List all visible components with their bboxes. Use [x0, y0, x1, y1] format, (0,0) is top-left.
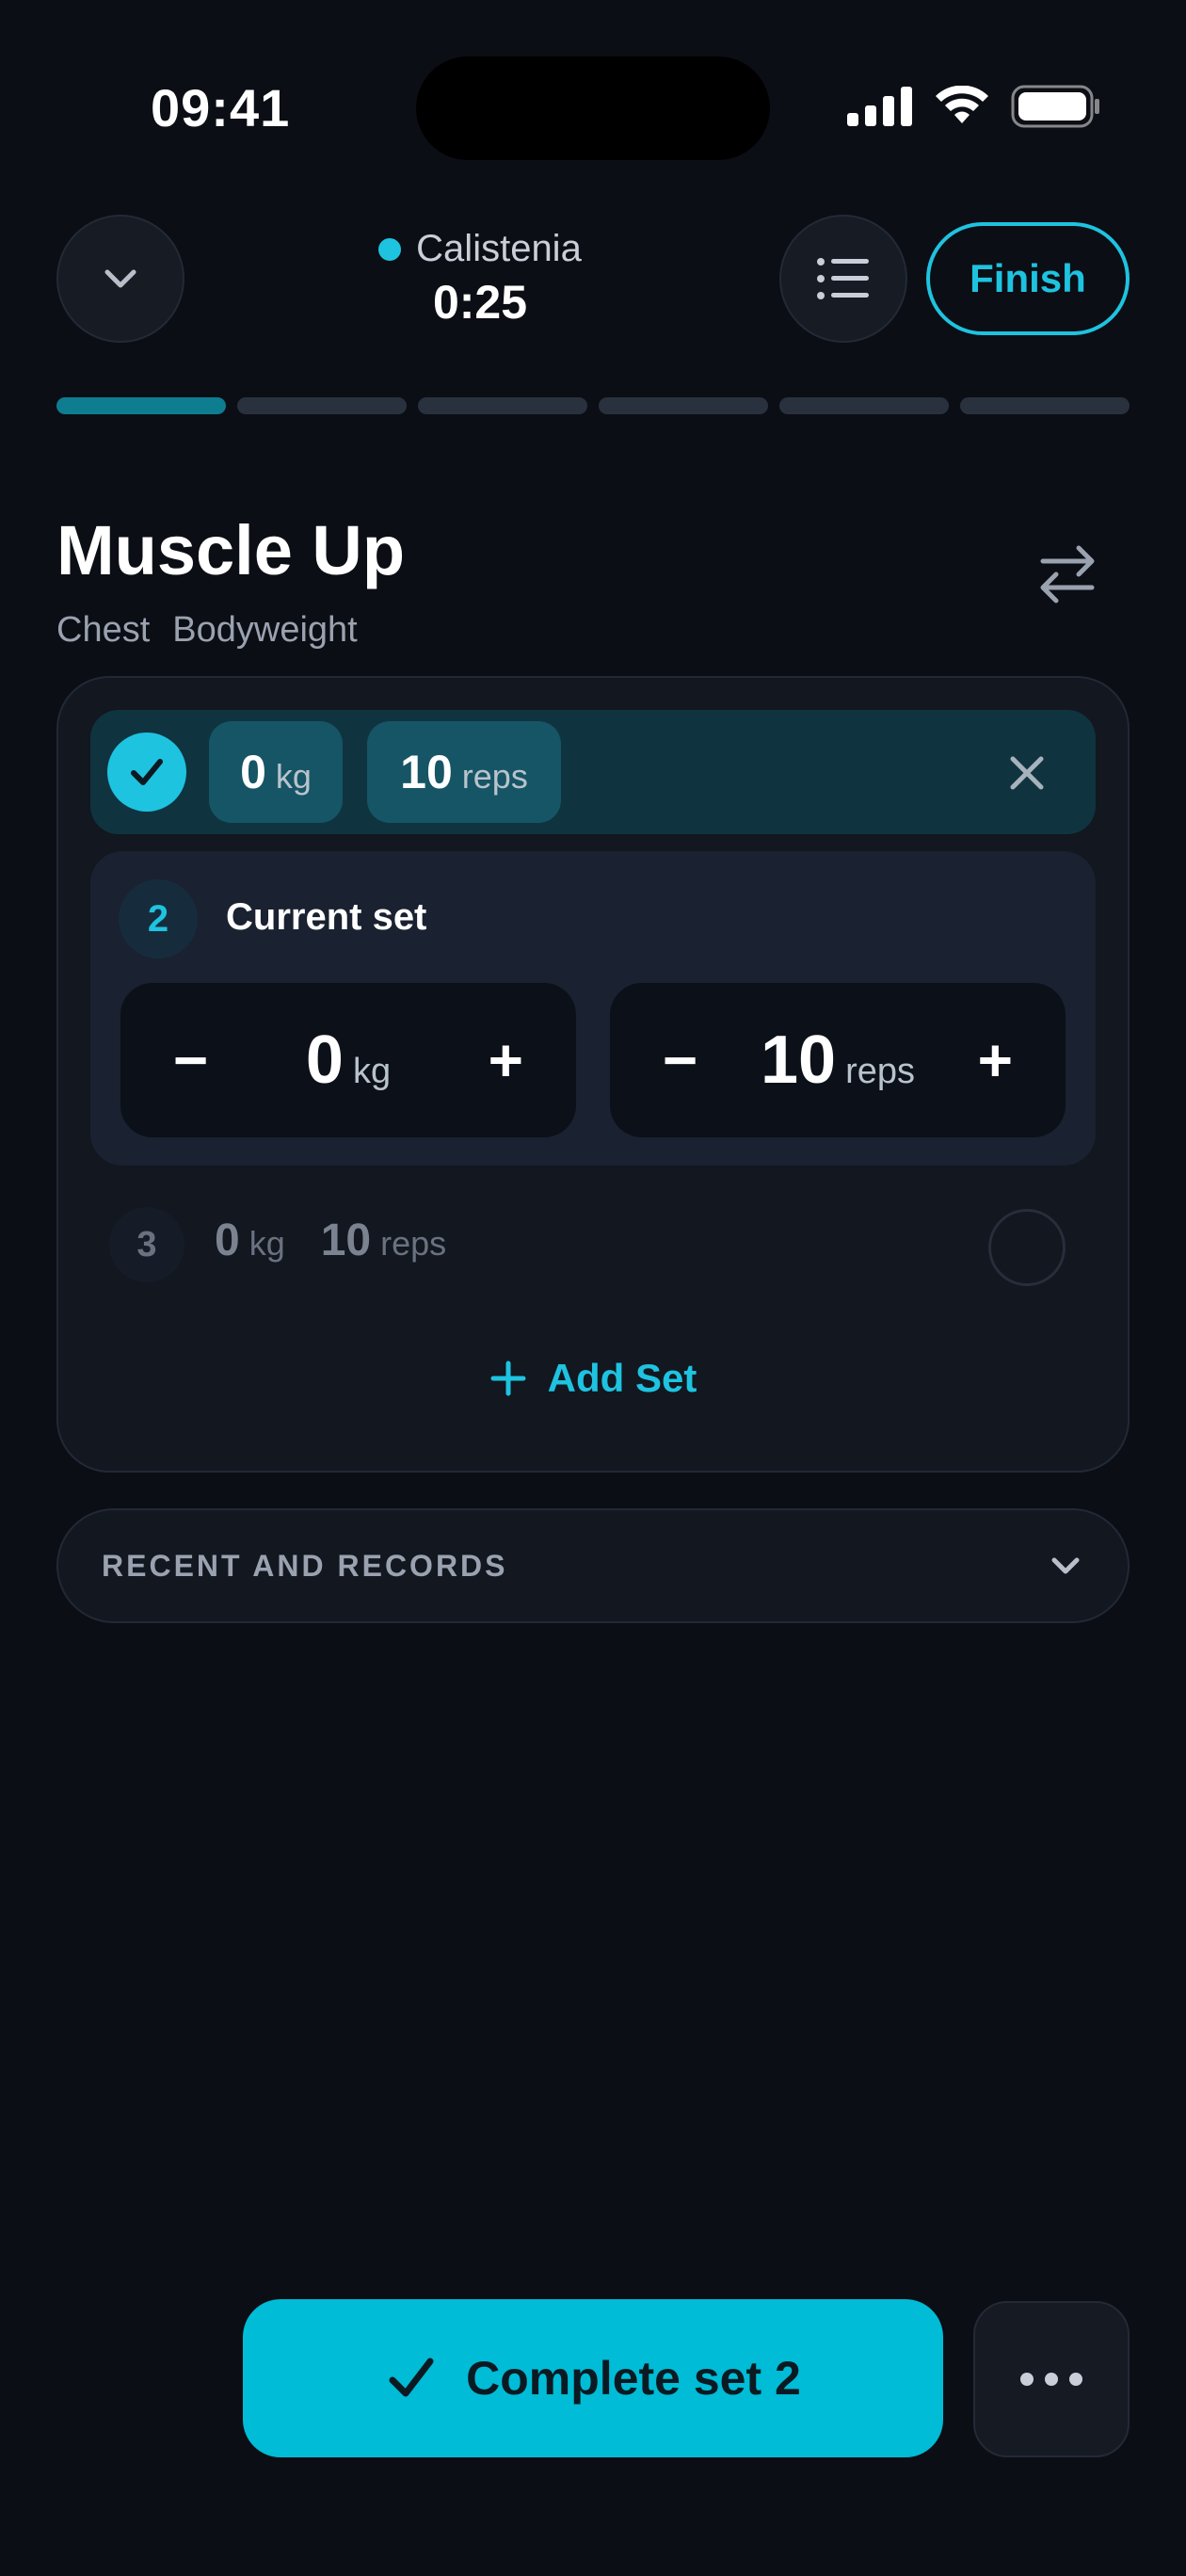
upcoming-reps: 10 — [320, 1216, 372, 1265]
swap-icon — [1040, 545, 1095, 604]
completed-reps-chip[interactable]: 10 reps — [367, 721, 561, 823]
more-dot — [1045, 2373, 1058, 2386]
upcoming-reps-unit: reps — [380, 1224, 447, 1263]
current-weight: 0 — [305, 1022, 344, 1098]
swap-exercise-button[interactable] — [1028, 533, 1107, 612]
signal-icon — [847, 87, 912, 126]
list-icon — [817, 258, 869, 299]
more-dot — [1069, 2373, 1082, 2386]
workout-name: Calistenia — [416, 228, 582, 269]
finish-button[interactable]: Finish — [926, 222, 1130, 335]
status-icons — [847, 85, 1101, 128]
complete-set-label: Complete set 2 — [466, 2352, 801, 2405]
progress-segment — [599, 397, 768, 414]
more-dot — [1020, 2373, 1034, 2386]
complete-set-button[interactable]: Complete set 2 — [243, 2299, 943, 2457]
status-time: 09:41 — [151, 78, 291, 137]
close-icon — [1010, 756, 1044, 790]
battery-icon — [1011, 85, 1099, 128]
current-weight-unit: kg — [352, 1052, 392, 1091]
upcoming-set-toggle[interactable] — [988, 1209, 1066, 1286]
chevron-down-icon — [1051, 1557, 1080, 1574]
reps-value[interactable]: 10 reps — [761, 1022, 915, 1099]
add-set-button[interactable]: Add Set — [0, 1356, 1186, 1401]
upcoming-weight-unit: kg — [248, 1224, 285, 1263]
weight-increment-button[interactable]: + — [489, 1030, 523, 1090]
completed-reps-unit: reps — [461, 757, 528, 796]
wifi-icon — [936, 86, 988, 123]
live-dot — [378, 237, 402, 261]
check-icon — [389, 2358, 434, 2397]
completed-weight-unit: kg — [275, 757, 312, 796]
completed-weight: 0 — [240, 746, 266, 798]
current-set-label: Current set — [226, 896, 427, 938]
add-set-label: Add Set — [547, 1356, 697, 1400]
more-options-button[interactable] — [973, 2301, 1130, 2457]
exercise-tags: Chest Bodyweight — [56, 610, 358, 651]
progress-segment — [960, 397, 1130, 414]
plus-icon — [490, 1360, 526, 1396]
upcoming-set-badge: 3 — [109, 1207, 184, 1282]
completed-reps: 10 — [400, 746, 453, 798]
weight-stepper: − 0 kg + — [120, 983, 576, 1137]
recent-records-toggle[interactable]: RECENT AND RECORDS — [56, 1508, 1130, 1623]
set-complete-toggle[interactable] — [107, 733, 186, 812]
exercise-tag: Bodyweight — [172, 610, 358, 650]
current-reps-unit: reps — [845, 1052, 915, 1091]
upcoming-set-values[interactable]: 0 kg 10 reps — [215, 1215, 473, 1266]
exercise-list-button[interactable] — [779, 215, 907, 343]
upcoming-weight: 0 — [215, 1216, 240, 1265]
weight-decrement-button[interactable]: − — [173, 1030, 208, 1090]
reps-stepper: − 10 reps + — [610, 983, 1066, 1137]
current-reps: 10 — [760, 1022, 837, 1098]
progress-segment — [418, 397, 587, 414]
completed-weight-chip[interactable]: 0 kg — [209, 721, 343, 823]
exercise-tag: Chest — [56, 610, 151, 650]
reps-decrement-button[interactable]: − — [663, 1030, 697, 1090]
check-icon — [131, 759, 163, 785]
set-number-badge: 2 — [119, 879, 198, 958]
progress-segment — [56, 397, 226, 414]
remove-set-button[interactable] — [1003, 749, 1050, 797]
exercise-title: Muscle Up — [56, 511, 406, 589]
weight-value[interactable]: 0 kg — [306, 1022, 391, 1099]
reps-increment-button[interactable]: + — [978, 1030, 1013, 1090]
recent-records-label: RECENT AND RECORDS — [102, 1548, 508, 1583]
dynamic-island — [416, 56, 770, 160]
progress-segment — [237, 397, 407, 414]
progress-segment — [779, 397, 949, 414]
exercise-progress — [56, 397, 1130, 414]
